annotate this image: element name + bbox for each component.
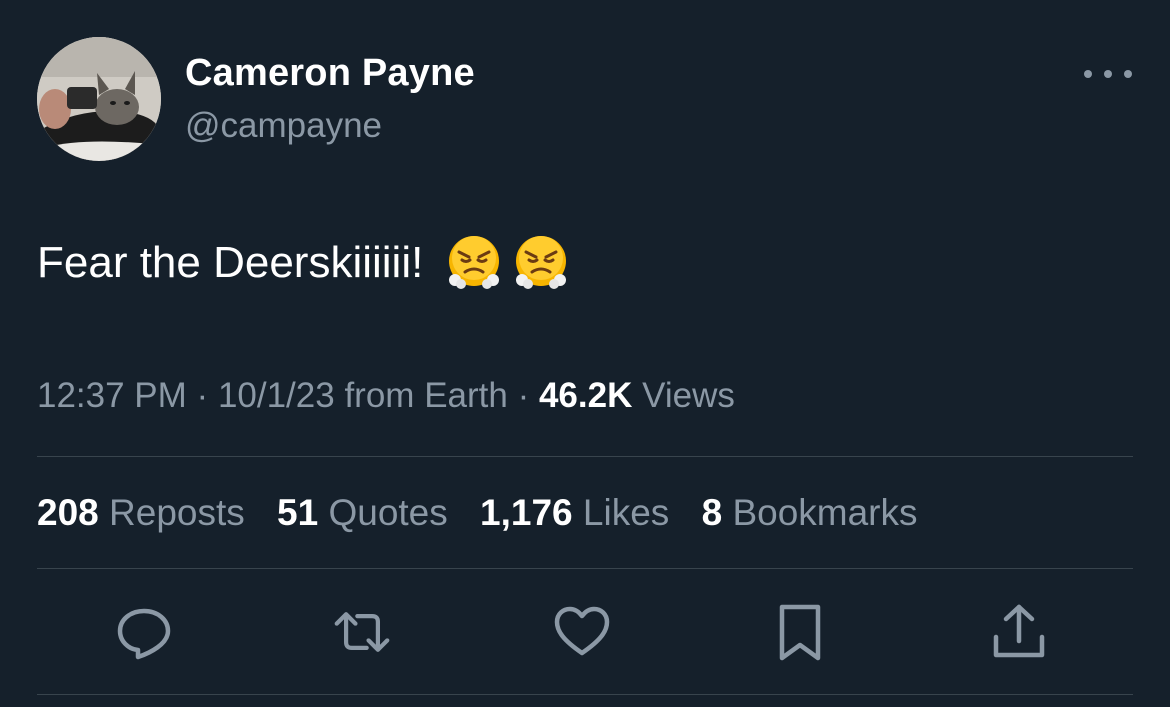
divider [37,694,1133,695]
more-button[interactable] [1084,62,1132,86]
likes-stat[interactable]: 1,176 Likes [480,492,669,533]
like-icon [554,606,610,656]
share-icon [993,604,1045,658]
like-button[interactable] [553,603,611,661]
more-dot [1104,70,1112,78]
likes-label: Likes [582,492,670,533]
divider [37,568,1133,569]
more-dot [1124,70,1132,78]
source-prefix: from [344,376,415,415]
face-with-steam-from-nose-icon [449,236,500,289]
bookmark-button[interactable] [771,603,829,661]
bookmark-icon [779,604,821,661]
repost-button[interactable] [333,603,391,661]
tweet-time[interactable]: 12:37 PM [37,376,187,415]
views-label: Views [642,376,735,415]
bookmarks-label: Bookmarks [732,492,918,533]
reposts-count: 208 [37,492,99,533]
tweet-date[interactable]: 10/1/23 [218,376,335,415]
handle[interactable]: @campayne [185,106,382,146]
divider [37,456,1133,457]
repost-icon [334,612,390,652]
bookmarks-stat[interactable]: 8 Bookmarks [702,492,918,533]
meta-separator: · [517,376,530,415]
likes-count: 1,176 [480,492,573,533]
display-name[interactable]: Cameron Payne [185,52,475,95]
avatar[interactable] [37,37,161,161]
views-count: 46.2K [538,376,633,415]
tweet-meta: 12:37 PM · 10/1/23 from Earth · 46.2K Vi… [37,376,735,416]
reply-icon [117,608,171,660]
quotes-label: Quotes [328,492,448,533]
reposts-stat[interactable]: 208 Reposts [37,492,245,533]
reply-button[interactable] [115,603,173,661]
quotes-stat[interactable]: 51 Quotes [277,492,448,533]
tweet-text: Fear the Deerskiiiiii! [37,234,570,292]
tweet-text-content: Fear the Deerskiiiiii! [37,238,424,287]
meta-separator: · [196,376,209,415]
more-horizontal-icon [1084,70,1092,78]
face-with-steam-from-nose-icon [516,236,567,289]
bookmarks-count: 8 [701,492,723,533]
share-button[interactable] [990,603,1048,661]
engagement-stats: 208 Reposts 51 Quotes 1,176 Likes 8 Book… [37,492,940,534]
quotes-count: 51 [277,492,319,533]
reposts-label: Reposts [109,492,245,533]
tweet-source: Earth [424,376,508,415]
